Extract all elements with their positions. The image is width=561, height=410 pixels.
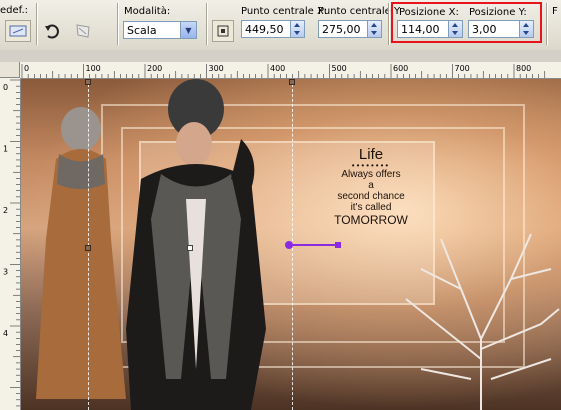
preset-label: edef.: — [0, 5, 28, 16]
ruler-tick-label: 100 — [86, 64, 101, 73]
ruler-tick-label: 800 — [516, 64, 531, 73]
chevron-down-icon[interactable]: ▼ — [180, 22, 196, 38]
ruler-tick-label: 0 — [3, 83, 8, 92]
center-point-button[interactable] — [212, 20, 234, 42]
bare-tree-graphic — [405, 233, 560, 410]
quote-line: a — [368, 180, 374, 191]
separator — [546, 3, 547, 45]
quote-bold-word: TOMORROW — [334, 213, 408, 227]
center-y-input[interactable]: 275,00 — [318, 20, 382, 38]
reset-deform-button[interactable] — [72, 20, 94, 42]
preset-icon — [9, 25, 27, 37]
deform-handle-top-left[interactable] — [85, 79, 91, 85]
ruler-tick-label: 600 — [393, 64, 408, 73]
quote-line: second chance — [337, 191, 405, 202]
ruler-tick-label: 4 — [3, 329, 8, 338]
deform-handle-top-right[interactable] — [289, 79, 295, 85]
center-point-icon — [217, 25, 229, 37]
quote-text-block: Life •••••••• Always offers a second cha… — [296, 147, 446, 228]
ruler-tick-label: 2 — [3, 206, 8, 215]
deform-reset-icon — [76, 24, 90, 38]
ruler-tick-label: 300 — [209, 64, 224, 73]
image-canvas[interactable]: Life •••••••• Always offers a second cha… — [21, 79, 561, 410]
ruler-corner — [0, 62, 20, 78]
tool-options-bar: edef.: Modalità: Scala ▼ Punto centrale … — [0, 0, 561, 51]
apply-button[interactable] — [42, 20, 64, 42]
ruler-tick-label: 3 — [3, 268, 8, 277]
center-y-value: 275,00 — [322, 23, 361, 36]
ruler-tick-label: 400 — [270, 64, 285, 73]
mode-dropdown[interactable]: Scala ▼ — [123, 21, 197, 39]
quote-line: it's called — [350, 202, 392, 213]
deform-handle-mid-left[interactable] — [85, 245, 91, 251]
ruler-tick-label: 1 — [3, 145, 8, 154]
rotation-handle-icon[interactable] — [283, 237, 343, 257]
man-figure-graphic — [126, 79, 266, 410]
vertical-ruler[interactable]: 0 1 2 3 4 — [0, 78, 21, 410]
preset-picker-button[interactable] — [5, 20, 31, 42]
mode-value: Scala — [127, 24, 157, 37]
separator — [388, 3, 389, 45]
spinner-arrows-icon[interactable] — [367, 21, 381, 37]
separator — [206, 3, 207, 45]
ruler-tick-label: 500 — [332, 64, 347, 73]
rotate-arrow-icon — [45, 24, 59, 39]
document-tab-strip — [0, 50, 561, 62]
center-x-value: 449,50 — [245, 23, 284, 36]
ruler-ticks: 0 100 200 300 400 500 600 700 800 — [21, 64, 546, 78]
center-x-input[interactable]: 449,50 — [241, 20, 305, 38]
ruler-ticks: 0 1 2 3 4 — [3, 79, 20, 407]
center-x-label: Punto centrale X: — [241, 6, 328, 17]
spinner-arrows-icon[interactable] — [290, 21, 304, 37]
horizontal-ruler[interactable]: 0 100 200 300 400 500 600 700 800 — [20, 62, 561, 79]
quote-line: Always offers — [341, 169, 401, 180]
ruler-tick-label: 0 — [24, 64, 29, 73]
mode-label: Modalità: — [124, 6, 171, 17]
highlight-box — [391, 2, 542, 43]
center-handle[interactable] — [187, 245, 193, 251]
ruler-tick-label: 200 — [147, 64, 162, 73]
separator — [36, 3, 37, 45]
separator — [117, 3, 118, 45]
truncated-label: F — [552, 6, 558, 17]
ruler-tick-label: 700 — [455, 64, 470, 73]
